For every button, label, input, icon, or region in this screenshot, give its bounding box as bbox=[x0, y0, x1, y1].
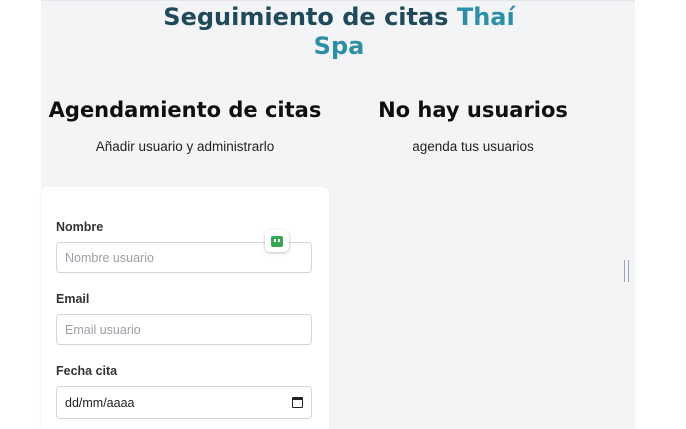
users-section-header: No hay usuarios agenda tus usuarios bbox=[341, 93, 605, 154]
calendar-icon[interactable] bbox=[292, 397, 303, 408]
scheduling-section-header: Agendamiento de citas Añadir usuario y a… bbox=[41, 93, 329, 154]
date-label: Fecha cita bbox=[56, 364, 118, 378]
date-input[interactable]: dd/mm/aaaa bbox=[56, 386, 312, 419]
page: Seguimiento de citas Thaí Spa Agendamien… bbox=[0, 0, 686, 429]
page-header: Seguimiento de citas Thaí Spa bbox=[41, 3, 635, 61]
resize-handle-icon[interactable] bbox=[624, 260, 629, 282]
scheduling-subtitle: Añadir usuario y administrarlo bbox=[95, 139, 275, 154]
password-manager-icon[interactable] bbox=[265, 230, 289, 252]
page-title-main: Seguimiento de citas bbox=[163, 3, 449, 31]
password-manager-glyph bbox=[271, 235, 283, 247]
date-input-value: dd/mm/aaaa bbox=[65, 395, 135, 410]
users-subtitle: agenda tus usuarios bbox=[412, 139, 534, 154]
scheduling-title: Agendamiento de citas bbox=[48, 98, 322, 122]
name-label: Nombre bbox=[56, 220, 104, 234]
main-container: Seguimiento de citas Thaí Spa Agendamien… bbox=[41, 0, 635, 429]
users-title: No hay usuarios bbox=[378, 98, 568, 122]
email-label: Email bbox=[56, 292, 90, 306]
email-input[interactable] bbox=[56, 314, 312, 345]
page-title: Seguimiento de citas Thaí Spa bbox=[149, 3, 529, 61]
appointment-form: Nombre Email Fecha cita dd/mm/aaaa bbox=[41, 187, 329, 429]
